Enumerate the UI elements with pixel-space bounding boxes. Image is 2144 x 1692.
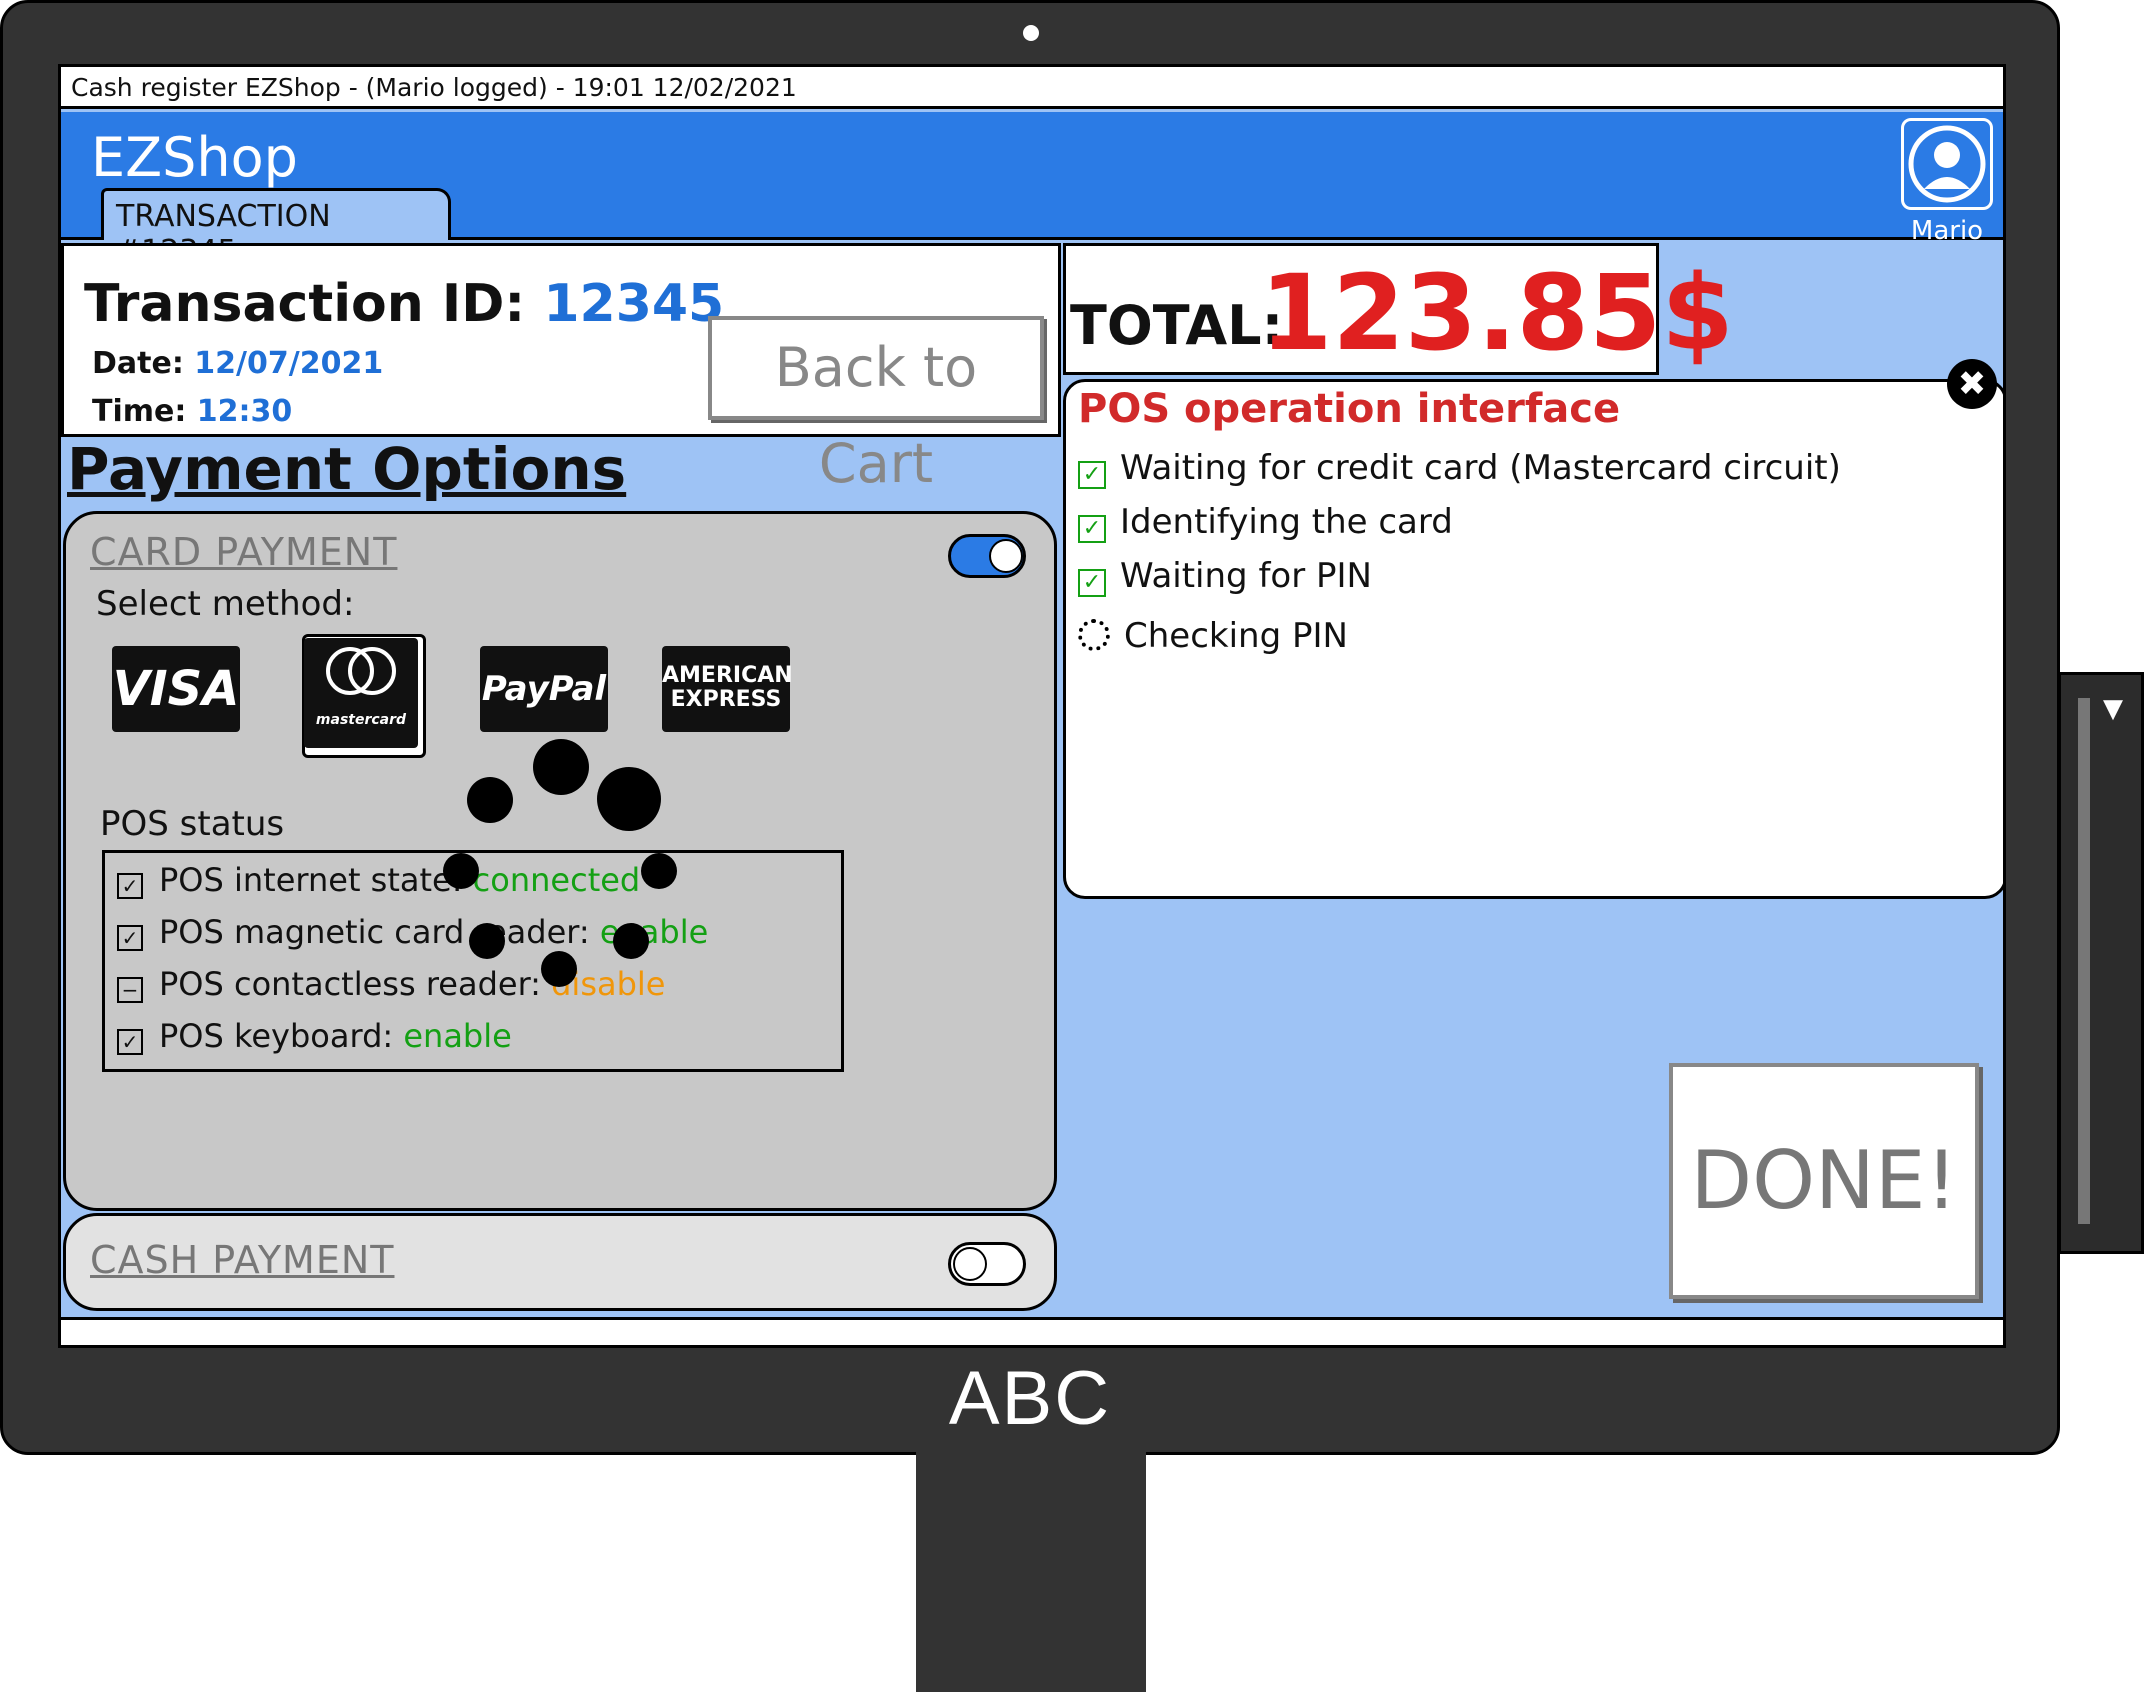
user-name: Mario	[1910, 216, 1984, 246]
pos-step-label: Checking PIN	[1124, 616, 1348, 656]
time-value: 12:30	[196, 394, 293, 429]
total-label: TOTAL:	[1070, 294, 1284, 357]
overlay-dot	[641, 853, 677, 889]
mastercard-logo	[326, 647, 396, 695]
check-icon: ✓	[1078, 569, 1106, 597]
cash-payment-toggle[interactable]	[948, 1242, 1026, 1286]
date-label: Date:	[92, 346, 195, 381]
pos-status-row: ✓ POS keyboard: enable	[117, 1017, 512, 1055]
pos-step: Checking PIN	[1078, 616, 1348, 656]
pos-step: ✓ Identifying the card	[1078, 502, 1453, 543]
overlay-dot	[533, 739, 589, 795]
toggle-knob	[989, 539, 1023, 573]
monitor-stand	[916, 1448, 1146, 1692]
pos-status-value: connected	[472, 861, 641, 899]
overlay-dot	[597, 767, 661, 831]
user-avatar-button[interactable]	[1901, 118, 1993, 210]
card-payment-title: CARD PAYMENT	[90, 530, 398, 574]
mastercard-label: mastercard	[315, 712, 407, 728]
mastercard-icon[interactable]: mastercard	[304, 638, 418, 748]
checkbox-checked-icon: ✓	[117, 873, 143, 899]
app-header: EZShop TRANSACTION #12345 Mario	[61, 112, 2003, 269]
pos-status-label: POS contactless reader:	[159, 965, 552, 1003]
pos-step: ✓ Waiting for PIN	[1078, 556, 1372, 597]
cash-payment-panel: CASH PAYMENT	[63, 1213, 1057, 1311]
close-icon[interactable]: ✖	[1947, 359, 1997, 409]
monitor-brand: ABC	[948, 1356, 1112, 1441]
select-method-label: Select method:	[96, 584, 355, 624]
card-payment-panel: CARD PAYMENT Select method: VISA masterc…	[63, 511, 1057, 1211]
pos-status-label: POS magnetic card reader:	[159, 913, 600, 951]
back-to-cart-button[interactable]: Back to Cart	[708, 316, 1044, 495]
card-payment-toggle[interactable]	[948, 534, 1026, 578]
pos-operation-title: POS operation interface	[1078, 386, 1621, 432]
check-icon: ✓	[1078, 515, 1106, 543]
pos-status-label: POS keyboard:	[159, 1017, 404, 1055]
tab-transaction[interactable]: TRANSACTION #12345	[101, 188, 451, 269]
pos-status-label: POS status	[100, 804, 285, 844]
pos-step: ✓ Waiting for credit card (Mastercard cir…	[1078, 448, 1841, 489]
overlay-dot	[469, 923, 505, 959]
transaction-time: Time: 12:30	[92, 394, 292, 429]
payment-options-heading: Payment Options	[67, 435, 627, 503]
overlay-dot	[541, 951, 577, 987]
app-name: EZShop	[91, 126, 298, 189]
visa-icon[interactable]: VISA	[112, 646, 240, 732]
status-strip	[61, 1317, 2003, 1345]
overlay-dot	[443, 853, 479, 889]
total-value: 123.85$	[1260, 252, 1734, 374]
paypal-icon[interactable]: PayPal	[480, 646, 608, 732]
checkbox-indeterminate-icon: −	[117, 977, 143, 1003]
done-button[interactable]: DONE!	[1669, 1063, 1979, 1299]
loading-spinner-icon	[1078, 619, 1110, 651]
pos-status-value: enable	[403, 1017, 512, 1055]
cash-payment-title: CASH PAYMENT	[90, 1238, 395, 1282]
window-title: Cash register EZShop - (Mario logged) - …	[71, 73, 797, 102]
window-title-bar: Cash register EZShop - (Mario logged) - …	[61, 67, 2003, 109]
toggle-knob	[953, 1247, 987, 1281]
overlay-dot	[613, 923, 649, 959]
pos-status-row: − POS contactless reader: disable	[117, 965, 665, 1003]
amex-icon[interactable]: AMERICAN EXPRESS	[662, 646, 793, 732]
time-label: Time:	[92, 394, 197, 429]
pos-step-label: Waiting for credit card (Mastercard circ…	[1120, 448, 1841, 488]
pos-status-row: ✓ POS internet state: connected	[117, 861, 640, 899]
transaction-id-label: Transaction ID:	[84, 274, 544, 334]
webcam-icon	[1023, 25, 1039, 41]
triangle-down-icon: ▼	[2103, 694, 2123, 724]
overlay-dot	[467, 777, 513, 823]
pos-step-label: Waiting for PIN	[1120, 556, 1372, 596]
user-icon	[1908, 125, 1986, 203]
pos-operation-panel: POS operation interface ✓ Waiting for cre…	[1063, 379, 2003, 899]
card-slot	[2078, 698, 2090, 1224]
checkbox-checked-icon: ✓	[117, 925, 143, 951]
checkbox-checked-icon: ✓	[117, 1029, 143, 1055]
pos-status-label: POS internet state:	[159, 861, 473, 899]
pos-step-label: Identifying the card	[1120, 502, 1453, 542]
transaction-id-value: 12345	[543, 274, 725, 334]
total-box: TOTAL: 123.85$	[1063, 243, 1734, 375]
transaction-id: Transaction ID: 12345	[84, 274, 724, 334]
card-reader-device	[2058, 672, 2144, 1254]
app-screen: Cash register EZShop - (Mario logged) - …	[58, 64, 2006, 1348]
date-value: 12/07/2021	[194, 346, 384, 381]
check-icon: ✓	[1078, 461, 1106, 489]
transaction-info-panel: Transaction ID: 12345 Date: 12/07/2021 T…	[61, 243, 1061, 495]
transaction-date: Date: 12/07/2021	[92, 346, 383, 381]
